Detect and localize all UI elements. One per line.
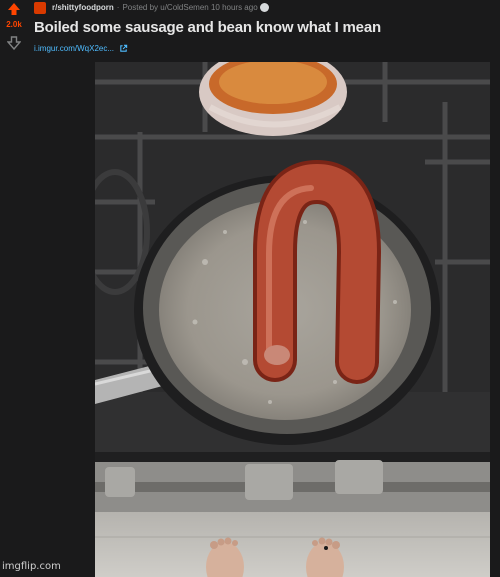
subreddit-link[interactable]: r/shittyfoodporn: [52, 3, 114, 12]
external-link-icon[interactable]: [119, 44, 128, 53]
subreddit-icon[interactable]: [34, 2, 46, 14]
post-image-art: [95, 62, 490, 577]
posted-by[interactable]: Posted by u/ColdSemen 10 hours ago: [122, 3, 257, 12]
post-image[interactable]: [95, 62, 490, 577]
vote-column: 2.0k: [0, 0, 28, 60]
post-link[interactable]: i.imgur.com/WqX2ec...: [34, 44, 128, 53]
reddit-post: 2.0k r/shittyfoodporn · Posted by u/ColdSe…: [0, 0, 500, 577]
post-title[interactable]: Boiled some sausage and bean know what I…: [34, 19, 381, 36]
upvote-arrow-icon[interactable]: [7, 2, 21, 16]
award-icon: [259, 3, 269, 13]
post-link-text[interactable]: i.imgur.com/WqX2ec...: [34, 44, 114, 53]
downvote-arrow-icon[interactable]: [7, 36, 21, 50]
post-meta: r/shittyfoodporn · Posted by u/ColdSemen 1…: [52, 3, 269, 15]
vote-score: 2.0k: [6, 20, 22, 29]
watermark: imgflip.com: [2, 561, 61, 572]
